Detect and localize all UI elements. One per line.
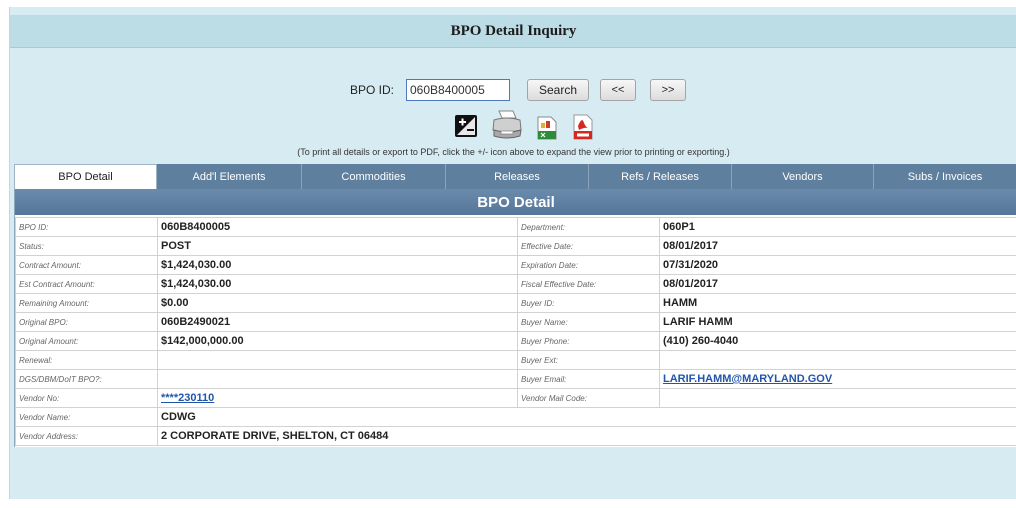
field-label: DGS/DBM/DoIT BPO?: bbox=[15, 369, 158, 389]
vendor-name-value: CDWG bbox=[157, 407, 1016, 427]
search-row: BPO ID: Search << >> bbox=[10, 79, 1016, 103]
field-label: Buyer ID: bbox=[517, 293, 660, 313]
field-value: 08/01/2017 bbox=[659, 274, 1016, 294]
table-row: Renewal: Buyer Ext: bbox=[15, 350, 1016, 370]
field-label: Buyer Name: bbox=[517, 312, 660, 332]
table-row: Status: POST Effective Date: 08/01/2017 bbox=[15, 236, 1016, 256]
field-value bbox=[659, 350, 1016, 370]
table-row: Contract Amount: $1,424,030.00 Expiratio… bbox=[15, 255, 1016, 275]
field-value: 08/01/2017 bbox=[659, 236, 1016, 256]
field-value bbox=[157, 369, 518, 389]
field-value: HAMM bbox=[659, 293, 1016, 313]
field-label: Remaining Amount: bbox=[15, 293, 158, 313]
field-label: Vendor Mail Code: bbox=[517, 388, 660, 408]
detail-table: BPO ID: 060B8400005 Department: 060P1 St… bbox=[15, 217, 1016, 446]
field-value bbox=[659, 388, 1016, 408]
table-row: Est Contract Amount: $1,424,030.00 Fisca… bbox=[15, 274, 1016, 294]
table-row: Remaining Amount: $0.00 Buyer ID: HAMM bbox=[15, 293, 1016, 313]
excel-export-icon[interactable] bbox=[537, 116, 557, 145]
table-row: Vendor Name: CDWG bbox=[15, 407, 1016, 427]
field-label: Fiscal Effective Date: bbox=[517, 274, 660, 294]
tab-strip: BPO Detail Add'l Elements Commodities Re… bbox=[14, 164, 1016, 189]
title-bar: BPO Detail Inquiry bbox=[10, 15, 1016, 48]
tab-addl-elements[interactable]: Add'l Elements bbox=[157, 164, 302, 189]
buyer-email-link[interactable]: LARIF.HAMM@MARYLAND.GOV bbox=[663, 373, 832, 385]
field-value: $1,424,030.00 bbox=[157, 274, 518, 294]
search-button[interactable]: Search bbox=[527, 79, 589, 101]
field-value: POST bbox=[157, 236, 518, 256]
bpo-detail-panel: BPO Detail BPO ID: 060B8400005 Departmen… bbox=[14, 189, 1016, 447]
tab-subs-invoices[interactable]: Subs / Invoices bbox=[874, 164, 1016, 189]
panel-header: BPO Detail bbox=[15, 189, 1016, 215]
table-row: Vendor Address: 2 CORPORATE DRIVE, SHELT… bbox=[15, 426, 1016, 446]
field-label: Buyer Email: bbox=[517, 369, 660, 389]
field-label: Vendor Name: bbox=[15, 407, 158, 427]
tab-vendors[interactable]: Vendors bbox=[732, 164, 874, 189]
field-label: Buyer Phone: bbox=[517, 331, 660, 351]
field-value: 060B8400005 bbox=[157, 217, 518, 237]
table-row: Vendor No: ****230110 Vendor Mail Code: bbox=[15, 388, 1016, 408]
field-label: Department: bbox=[517, 217, 660, 237]
field-value: 060P1 bbox=[659, 217, 1016, 237]
field-value: $1,424,030.00 bbox=[157, 255, 518, 275]
bpo-id-input[interactable] bbox=[406, 79, 510, 101]
printer-icon[interactable] bbox=[490, 109, 524, 146]
field-label: Original Amount: bbox=[15, 331, 158, 351]
field-label: BPO ID: bbox=[15, 217, 158, 237]
field-label: Status: bbox=[15, 236, 158, 256]
field-label: Buyer Ext: bbox=[517, 350, 660, 370]
buyer-email-cell: LARIF.HAMM@MARYLAND.GOV bbox=[659, 369, 1016, 389]
field-label: Vendor No: bbox=[15, 388, 158, 408]
next-button[interactable]: >> bbox=[650, 79, 686, 101]
field-label: Vendor Address: bbox=[15, 426, 158, 446]
table-row: Original BPO: 060B2490021 Buyer Name: LA… bbox=[15, 312, 1016, 332]
field-label: Effective Date: bbox=[517, 236, 660, 256]
export-instructions: (To print all details or export to PDF, … bbox=[297, 147, 730, 157]
field-value: 07/31/2020 bbox=[659, 255, 1016, 275]
field-value: $142,000,000.00 bbox=[157, 331, 518, 351]
tab-releases[interactable]: Releases bbox=[446, 164, 589, 189]
field-label: Expiration Date: bbox=[517, 255, 660, 275]
table-row: Original Amount: $142,000,000.00 Buyer P… bbox=[15, 331, 1016, 351]
vendor-address-value: 2 CORPORATE DRIVE, SHELTON, CT 06484 bbox=[157, 426, 1016, 446]
pdf-export-icon[interactable] bbox=[572, 114, 594, 145]
field-value bbox=[157, 350, 518, 370]
field-value: (410) 260-4040 bbox=[659, 331, 1016, 351]
inquiry-frame: BPO Detail Inquiry BPO ID: Search << >> … bbox=[9, 7, 1016, 499]
expand-collapse-icon[interactable] bbox=[455, 115, 477, 142]
field-label: Contract Amount: bbox=[15, 255, 158, 275]
tab-commodities[interactable]: Commodities bbox=[302, 164, 446, 189]
field-value: 060B2490021 bbox=[157, 312, 518, 332]
field-label: Renewal: bbox=[15, 350, 158, 370]
tab-bpo-detail[interactable]: BPO Detail bbox=[14, 164, 157, 189]
table-row: BPO ID: 060B8400005 Department: 060P1 bbox=[15, 217, 1016, 237]
tab-refs-releases[interactable]: Refs / Releases bbox=[589, 164, 732, 189]
table-row: DGS/DBM/DoIT BPO?: Buyer Email: LARIF.HA… bbox=[15, 369, 1016, 389]
field-value: LARIF HAMM bbox=[659, 312, 1016, 332]
field-label: Original BPO: bbox=[15, 312, 158, 332]
vendor-no-cell: ****230110 bbox=[157, 388, 518, 408]
field-value: $0.00 bbox=[157, 293, 518, 313]
page-title: BPO Detail Inquiry bbox=[450, 22, 577, 39]
field-label: Est Contract Amount: bbox=[15, 274, 158, 294]
bpo-id-label: BPO ID: bbox=[350, 83, 395, 97]
panel-heading: BPO Detail bbox=[477, 193, 555, 211]
vendor-no-link[interactable]: ****230110 bbox=[161, 392, 214, 404]
previous-button[interactable]: << bbox=[600, 79, 636, 101]
